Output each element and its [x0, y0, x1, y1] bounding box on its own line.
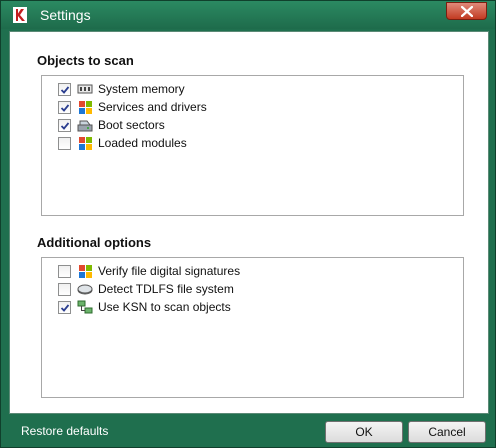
dialog-footer: Restore defaults OK Cancel: [1, 415, 495, 448]
windows-flag-icon: [77, 135, 93, 151]
objects-to-scan-list[interactable]: System memory Services and drivers Boot …: [41, 75, 464, 216]
item-label: Use KSN to scan objects: [98, 300, 231, 314]
list-item-services-and-drivers[interactable]: Services and drivers: [58, 98, 207, 116]
window-title: Settings: [40, 7, 91, 23]
list-item-boot-sectors[interactable]: Boot sectors: [58, 116, 165, 134]
additional-options-list[interactable]: Verify file digital signatures Detect TD…: [41, 257, 464, 398]
windows-flag-icon: [77, 99, 93, 115]
use-ksn-checkbox[interactable]: [58, 300, 71, 314]
verify-signatures-checkbox[interactable]: [58, 264, 71, 278]
list-item-detect-tdlfs[interactable]: Detect TDLFS file system: [58, 280, 234, 298]
checkmark-icon: [60, 303, 70, 312]
objects-to-scan-heading: Objects to scan: [37, 53, 134, 68]
kaspersky-logo-icon: [13, 7, 27, 23]
item-label: Loaded modules: [98, 136, 187, 150]
disk-icon: [77, 281, 93, 297]
ok-button[interactable]: OK: [325, 421, 403, 443]
restore-defaults-link[interactable]: Restore defaults: [21, 424, 108, 438]
network-icon: [77, 299, 93, 315]
boot-sectors-checkbox[interactable]: [58, 118, 71, 132]
close-button[interactable]: [446, 2, 487, 20]
additional-options-heading: Additional options: [37, 235, 152, 250]
item-label: System memory: [98, 82, 185, 96]
title-bar[interactable]: Settings: [1, 1, 495, 29]
detect-tdlfs-checkbox[interactable]: [58, 282, 71, 296]
item-label: Boot sectors: [98, 118, 165, 132]
drive-icon: [77, 117, 93, 133]
item-label: Verify file digital signatures: [98, 264, 241, 278]
item-label: Detect TDLFS file system: [98, 282, 234, 296]
cancel-button[interactable]: Cancel: [408, 421, 486, 443]
checkmark-icon: [60, 85, 70, 94]
close-icon: [461, 6, 473, 17]
services-and-drivers-checkbox[interactable]: [58, 100, 71, 114]
list-item-use-ksn[interactable]: Use KSN to scan objects: [58, 298, 231, 316]
windows-flag-icon: [77, 263, 93, 279]
list-item-loaded-modules[interactable]: Loaded modules: [58, 134, 187, 152]
checkmark-icon: [60, 103, 70, 112]
system-memory-checkbox[interactable]: [58, 82, 71, 96]
list-item-verify-signatures[interactable]: Verify file digital signatures: [58, 262, 240, 280]
dialog-client-area: Objects to scan System memory Services a: [9, 31, 489, 414]
checkmark-icon: [60, 121, 70, 130]
settings-dialog: Settings Objects to scan System memory S…: [0, 0, 496, 448]
memory-chip-icon: [77, 81, 93, 97]
item-label: Services and drivers: [98, 100, 207, 114]
list-item-system-memory[interactable]: System memory: [58, 80, 185, 98]
loaded-modules-checkbox[interactable]: [58, 136, 71, 150]
